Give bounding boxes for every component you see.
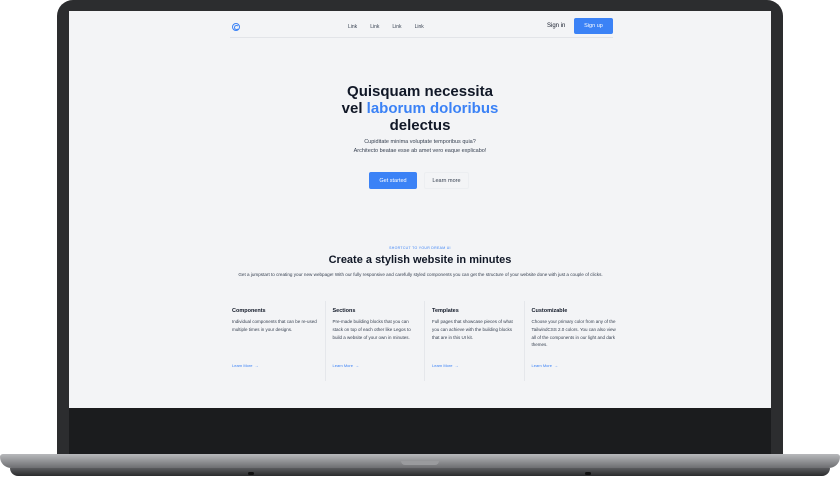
nav-link[interactable]: Link <box>392 24 401 30</box>
feature-card: Components Individual components that ca… <box>225 301 325 381</box>
hero-title-line2-prefix: vel <box>341 100 367 117</box>
screen-bezel-bottom <box>69 408 771 454</box>
hero-title: Quisquam necessita vel laborum doloribus… <box>320 83 520 134</box>
hero-title-line3: delectus <box>389 117 451 134</box>
learn-more-link[interactable]: Learn More → <box>532 363 558 368</box>
learn-more-link[interactable]: Learn More → <box>432 363 458 368</box>
learn-more-label: Learn More <box>432 363 453 368</box>
learn-more-label: Learn More <box>332 363 353 368</box>
learn-more-label: Learn More <box>531 363 552 368</box>
feature-card: Templates Full pages that showcase piece… <box>424 301 524 381</box>
feature-card: Sections Pre-made building blocks that y… <box>324 301 425 381</box>
laptop-notch <box>401 461 439 465</box>
learn-more-link[interactable]: Learn More → <box>333 363 359 368</box>
section-title: Create a stylish website in minutes <box>328 254 512 266</box>
feature-title: Customizable <box>531 308 568 314</box>
nav-link[interactable]: Link <box>370 24 379 30</box>
laptop-foot <box>585 472 591 475</box>
get-started-button[interactable]: Get started <box>369 172 417 189</box>
feature-title: Templates <box>432 308 459 314</box>
section-eyebrow: SHORTCUT TO YOUR DREAM UI <box>389 246 451 250</box>
signin-link[interactable]: Sign in <box>547 23 565 29</box>
section-subtitle: Get a jumpstart to creating your new web… <box>238 272 603 277</box>
laptop-foot <box>248 472 254 475</box>
nav-links: Link Link Link Link <box>348 24 424 30</box>
hero-subtitle-line1: Cupiditate minima voluptate temporibus q… <box>364 139 476 145</box>
hero-title-accent: laborum doloribus <box>366 100 499 117</box>
feature-text: Pre-made building blocks that you can st… <box>332 319 411 340</box>
hero-subtitle-line2: Architecto beatae esse ab amet vero eaqu… <box>353 148 487 154</box>
hero-title-line1: Quisquam necessita <box>347 83 493 100</box>
screen: Link Link Link Link Sign in Sign up Quis… <box>69 11 771 408</box>
feature-title: Sections <box>332 308 356 314</box>
feature-text: Individual components that can be re-use… <box>232 319 317 332</box>
learn-more-link[interactable]: Learn More → <box>232 363 258 368</box>
nav-link[interactable]: Link <box>415 24 424 30</box>
logo-icon[interactable] <box>232 23 240 31</box>
laptop-base-lip <box>10 468 830 476</box>
nav-divider <box>230 37 613 38</box>
navbar: Link Link Link Link Sign in Sign up <box>69 11 771 38</box>
arrow-right-icon: → <box>254 363 259 368</box>
feature-text: Choose your primary color from any of th… <box>531 319 616 348</box>
feature-text: Full pages that showcase pieces of what … <box>432 319 513 340</box>
arrow-right-icon: → <box>354 363 359 368</box>
feature-card: Customizable Choose your primary color f… <box>523 301 624 381</box>
feature-title: Components <box>232 308 266 314</box>
hero-subtitle: Cupiditate minima voluptate temporibus q… <box>335 138 505 156</box>
learn-more-button[interactable]: Learn more <box>424 172 469 189</box>
nav-link[interactable]: Link <box>348 24 357 30</box>
signup-button[interactable]: Sign up <box>574 18 613 34</box>
features-grid: Components Individual components that ca… <box>225 301 623 381</box>
arrow-right-icon: → <box>454 363 459 368</box>
learn-more-label: Learn More <box>232 363 253 368</box>
arrow-right-icon: → <box>553 363 558 368</box>
